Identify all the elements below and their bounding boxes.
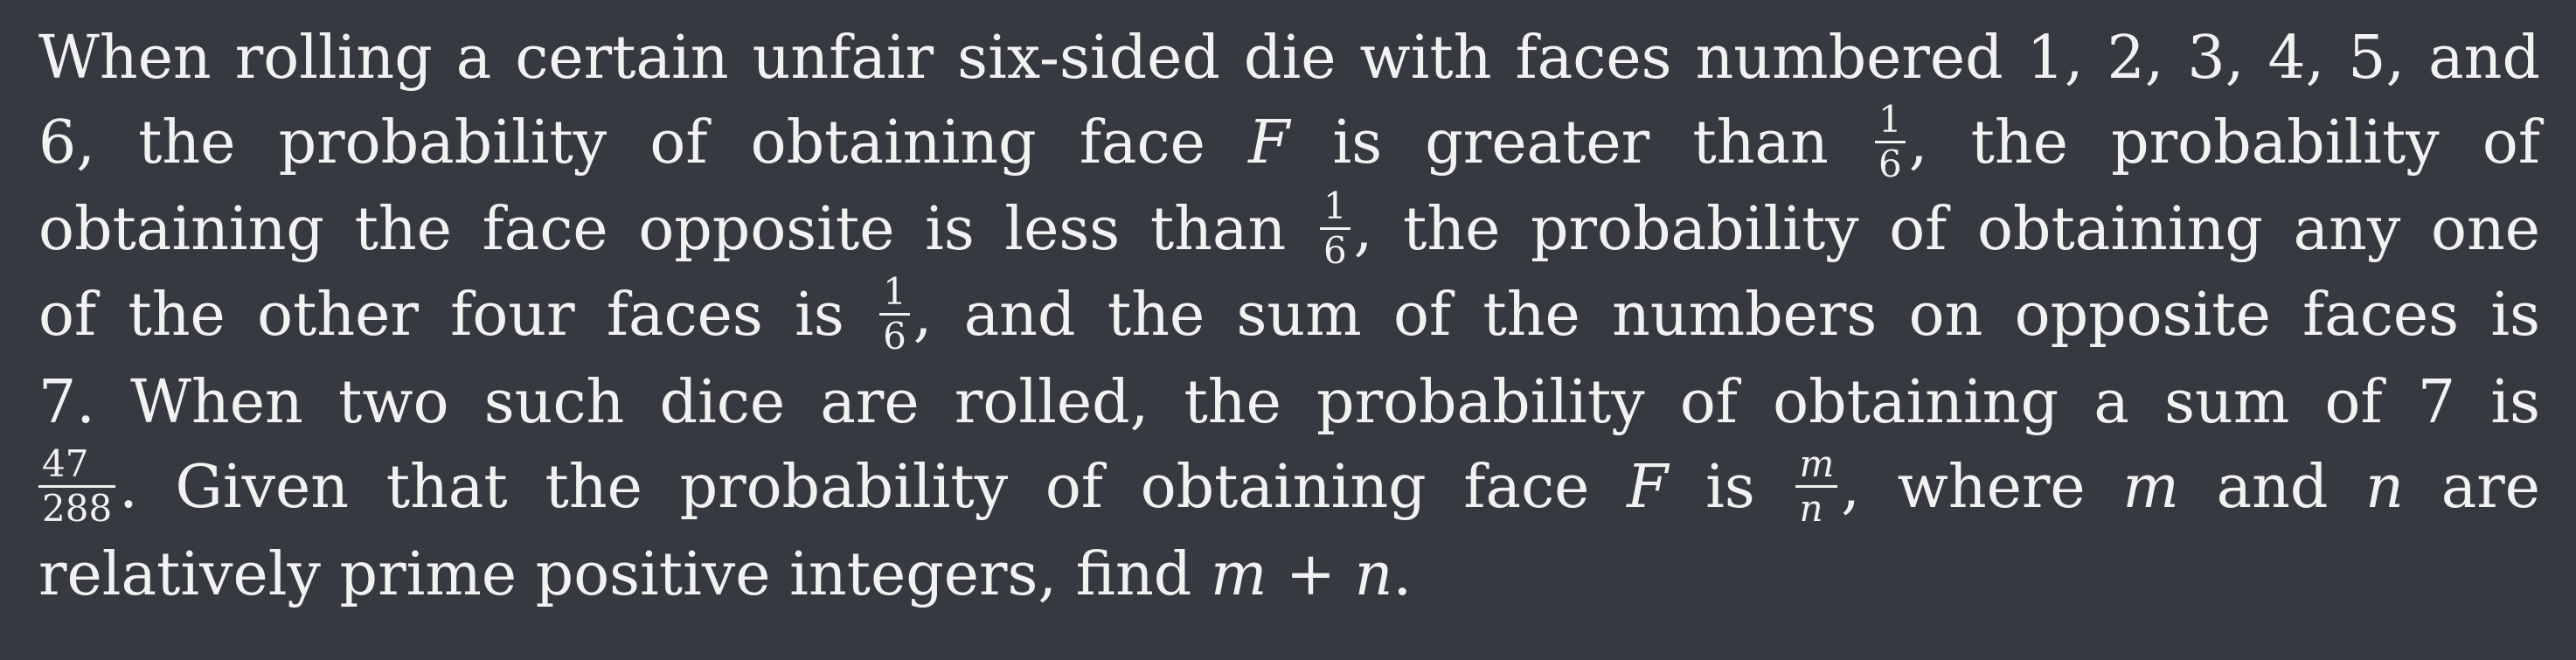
fraction-numerator: 1 (879, 274, 910, 316)
fraction-denominator: 6 (1323, 228, 1347, 272)
problem-line-2: 6, the probability of obtaining face F i… (38, 101, 2540, 189)
problem-line-5: 7. When two such dice are rolled, the pr… (38, 360, 2540, 447)
fraction-47-over-288: 47 288 (38, 446, 116, 530)
line-text: of the other four faces is (38, 281, 877, 350)
line-text: , and the sum of the numbers on opposite… (913, 281, 2540, 350)
problem-line-3: obtaining the face opposite is less than… (38, 187, 2540, 274)
math-operator-plus: + (1267, 540, 1355, 609)
line-text: When rolling a certain unfair six-sided … (38, 24, 2540, 93)
fraction-denominator: 6 (1878, 142, 1902, 185)
math-variable-m: m (2122, 453, 2179, 522)
math-variable-m: m (1210, 540, 1267, 609)
problem-line-4: of the other four faces is 16, and the s… (38, 274, 2540, 361)
line-text: 6, the probability of obtaining face (38, 108, 1249, 177)
fraction-denominator: 288 (42, 487, 113, 530)
line-text: obtaining the face opposite is less than (38, 194, 1316, 264)
line-text: , where (1841, 453, 2123, 522)
fraction-numerator: 1 (1875, 101, 1906, 143)
math-variable-n: n (1354, 540, 1393, 609)
fraction-one-sixth: 16 (879, 274, 910, 355)
fraction-denominator: 6 (883, 315, 906, 358)
line-text: is (1668, 453, 1793, 522)
line-text: . (1392, 540, 1413, 609)
line-text: , the probability of (1908, 108, 2540, 177)
fraction-denominator: n (1799, 487, 1823, 530)
fraction-numerator: 1 (1319, 187, 1350, 230)
line-text: are (2403, 453, 2540, 522)
problem-text: When rolling a certain unfair six-sided … (38, 16, 2540, 619)
problem-line-6: 47 288. Given that the probability of obt… (38, 446, 2540, 533)
problem-line-1: When rolling a certain unfair six-sided … (38, 16, 2540, 102)
line-text: and (2178, 453, 2366, 522)
line-text: . Given that the probability of obtainin… (119, 453, 1628, 522)
fraction-numerator: 47 (38, 446, 116, 488)
fraction-one-sixth: 16 (1875, 101, 1906, 183)
math-variable-F: F (1248, 108, 1290, 177)
fraction-one-sixth: 16 (1319, 187, 1350, 272)
line-text: is greater than (1289, 108, 1872, 177)
fraction-numerator: m (1795, 446, 1838, 488)
math-variable-n: n (2365, 453, 2404, 522)
line-text: , the probability of obtaining any one (1353, 194, 2540, 264)
line-text: relatively prime positive integers, find (38, 540, 1211, 609)
fraction-m-over-n: mn (1795, 446, 1838, 530)
line-text: 7. When two such dice are rolled, the pr… (38, 368, 2540, 437)
problem-line-7: relatively prime positive integers, find… (38, 532, 2540, 619)
math-variable-F: F (1627, 453, 1669, 522)
